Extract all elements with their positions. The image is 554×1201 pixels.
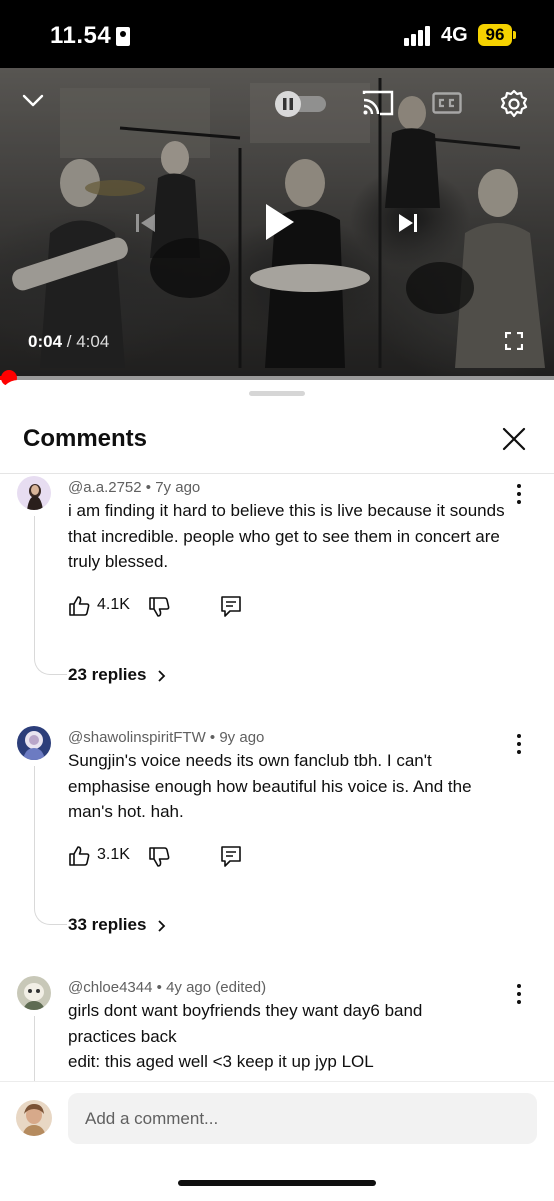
- chevron-right-icon: [158, 669, 166, 682]
- comment-text: girls dont want boyfriends they want day…: [68, 998, 514, 1075]
- avatar-image: [22, 1104, 46, 1136]
- battery-indicator: 96: [478, 24, 516, 46]
- comment-line: edit: this aged well <3 keep it up jyp L…: [68, 1052, 374, 1071]
- comment-line: practices back: [68, 1026, 177, 1046]
- comments-title: Comments: [23, 425, 148, 452]
- view-replies-button[interactable]: 23 replies: [68, 665, 166, 685]
- thumbs-up-icon[interactable]: [68, 845, 90, 867]
- replies-count: 33 replies: [68, 915, 147, 934]
- comment-author[interactable]: @shawolinspiritFTW: [68, 729, 206, 746]
- comment-item: @shawolinspiritFTW • 9y ago Sungjin's vo…: [0, 724, 554, 954]
- comment-meta: @chloe4344 • 4y ago (edited): [68, 979, 267, 996]
- thumbs-down-icon[interactable]: [148, 846, 170, 868]
- sim-card-icon: [116, 27, 130, 46]
- thread-connector: [34, 766, 67, 925]
- chevron-right-icon: [158, 919, 166, 932]
- status-bar: 11.54 4G 96: [0, 0, 554, 68]
- status-time: 11.54: [50, 22, 112, 49]
- signal-strength-icon: [404, 26, 434, 46]
- reply-icon[interactable]: [220, 845, 242, 867]
- current-time: 0:04: [28, 332, 63, 351]
- thread-connector: [34, 516, 67, 675]
- fullscreen-icon[interactable]: [505, 332, 523, 350]
- chevron-down-icon[interactable]: [22, 94, 44, 108]
- video-player[interactable]: 0:04 / 4:04: [0, 68, 554, 379]
- skip-previous-icon[interactable]: [135, 213, 157, 233]
- comment-actions: 4.1K: [68, 593, 258, 619]
- thread-connector: [34, 1016, 67, 1081]
- skip-next-icon[interactable]: [397, 213, 419, 233]
- comment-meta: @shawolinspiritFTW • 9y ago: [68, 729, 265, 746]
- like-count: 3.1K: [97, 846, 130, 863]
- comment-item: @a.a.2752 • 7y ago i am finding it hard …: [0, 474, 554, 704]
- user-avatar[interactable]: [16, 1100, 52, 1136]
- view-replies-button[interactable]: 33 replies: [68, 915, 166, 935]
- avatar[interactable]: [17, 476, 51, 510]
- close-icon[interactable]: [500, 425, 528, 453]
- playback-time: 0:04 / 4:04: [28, 332, 109, 352]
- comment-age: 7y ago: [155, 479, 201, 496]
- cast-icon[interactable]: [362, 90, 394, 116]
- comment-age: 4y ago (edited): [166, 979, 267, 996]
- comment-author[interactable]: @a.a.2752: [68, 479, 142, 496]
- comment-author[interactable]: @chloe4344: [68, 979, 152, 996]
- reply-icon[interactable]: [220, 595, 242, 617]
- avatar[interactable]: [17, 976, 51, 1010]
- comment-line: girls dont want boyfriends they want day…: [68, 1001, 423, 1020]
- comment-actions: 3.1K: [68, 843, 258, 869]
- gear-icon[interactable]: [499, 89, 529, 119]
- replies-count: 23 replies: [68, 665, 147, 684]
- thumbs-down-icon[interactable]: [148, 596, 170, 618]
- comment-item: @chloe4344 • 4y ago (edited) girls dont …: [0, 974, 554, 1081]
- like-count: 4.1K: [97, 596, 130, 613]
- avatar-image: [27, 484, 43, 510]
- play-icon[interactable]: [264, 202, 296, 242]
- comment-text: Sungjin's voice needs its own fanclub tb…: [68, 751, 472, 821]
- home-indicator[interactable]: [178, 1180, 376, 1186]
- drag-handle[interactable]: [249, 391, 305, 396]
- network-type: 4G: [441, 24, 468, 46]
- total-time: 4:04: [76, 332, 110, 351]
- autoplay-toggle-icon[interactable]: [274, 90, 328, 118]
- thumbs-up-icon[interactable]: [68, 595, 90, 617]
- captions-icon[interactable]: [432, 92, 462, 114]
- comment-age: 9y ago: [219, 729, 265, 746]
- comment-text: i am finding it hard to believe this is …: [68, 501, 505, 571]
- avatar-image: [23, 983, 45, 1010]
- avatar-image: [23, 731, 45, 760]
- comment-meta: @a.a.2752 • 7y ago: [68, 479, 201, 496]
- avatar[interactable]: [17, 726, 51, 760]
- time-separator: /: [62, 332, 77, 351]
- comment-input[interactable]: Add a comment...: [68, 1093, 537, 1144]
